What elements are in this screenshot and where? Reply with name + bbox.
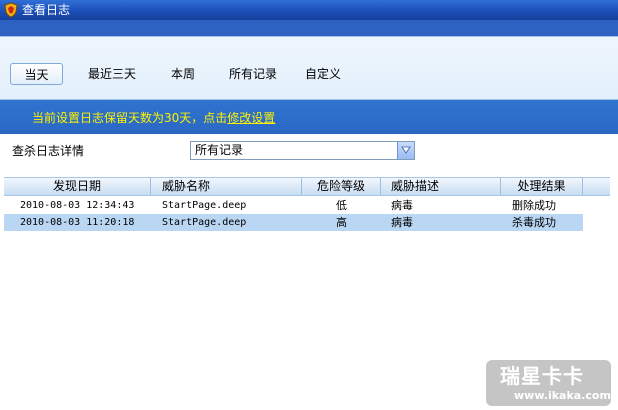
cell-date: 2010-08-03 12:34:43 (20, 200, 135, 211)
rising-shield-icon (4, 2, 18, 18)
cell-risk-level: 高 (336, 216, 347, 229)
watermark-logo: 瑞星卡卡 (500, 364, 584, 388)
tab-all-records[interactable]: 所有记录 (222, 63, 284, 85)
period-tabs: 当天 最近三天 本周 所有记录 自定义 (0, 36, 618, 100)
column-header-result[interactable]: 处理结果 (501, 178, 583, 195)
log-table-header: 发现日期 威胁名称 危险等级 威胁描述 处理结果 (4, 177, 610, 196)
cell-threat-name: StartPage.deep (162, 217, 247, 228)
tab-this-week[interactable]: 本周 (162, 63, 204, 85)
record-filter-select[interactable]: 所有记录 (190, 141, 415, 160)
column-header-risk-level[interactable]: 危险等级 (302, 178, 381, 195)
retention-info-text: 当前设置日志保留天数为30天，点击修改设置 (32, 110, 275, 126)
cell-description: 病毒 (391, 216, 413, 229)
retention-info-prefix: 当前设置日志保留天数为30天，点击 (32, 111, 228, 125)
tab-custom[interactable]: 自定义 (300, 63, 346, 85)
header-strip (0, 20, 618, 36)
column-header-threat-name[interactable]: 威胁名称 (151, 178, 302, 195)
tab-today[interactable]: 当天 (10, 63, 63, 85)
cell-result: 删除成功 (512, 199, 556, 212)
filter-label: 查杀日志详情 (12, 144, 85, 158)
modify-settings-link[interactable]: 修改设置 (227, 111, 275, 125)
window-title: 查看日志 (22, 3, 71, 17)
table-row[interactable]: 2010-08-03 12:34:43 StartPage.deep 低 病毒 … (4, 197, 583, 214)
cell-date: 2010-08-03 11:20:18 (20, 217, 135, 228)
title-bar: 查看日志 (0, 0, 618, 20)
cell-result: 杀毒成功 (512, 216, 556, 229)
column-header-description[interactable]: 威胁描述 (381, 178, 501, 195)
cell-description: 病毒 (391, 199, 413, 212)
cell-threat-name: StartPage.deep (162, 200, 247, 211)
retention-info-bar: 当前设置日志保留天数为30天，点击修改设置 (0, 100, 618, 134)
dropdown-arrow-icon[interactable] (397, 142, 414, 159)
tab-last-three-days[interactable]: 最近三天 (80, 63, 144, 85)
watermark-url: www.ikaka.com (514, 389, 611, 402)
cell-risk-level: 低 (336, 199, 347, 212)
watermark: 瑞星卡卡 www.ikaka.com (486, 360, 611, 406)
column-header-date[interactable]: 发现日期 (4, 178, 151, 195)
table-row-selected[interactable]: 2010-08-03 11:20:18 StartPage.deep 高 病毒 … (4, 214, 583, 231)
record-filter-value: 所有记录 (195, 143, 244, 157)
